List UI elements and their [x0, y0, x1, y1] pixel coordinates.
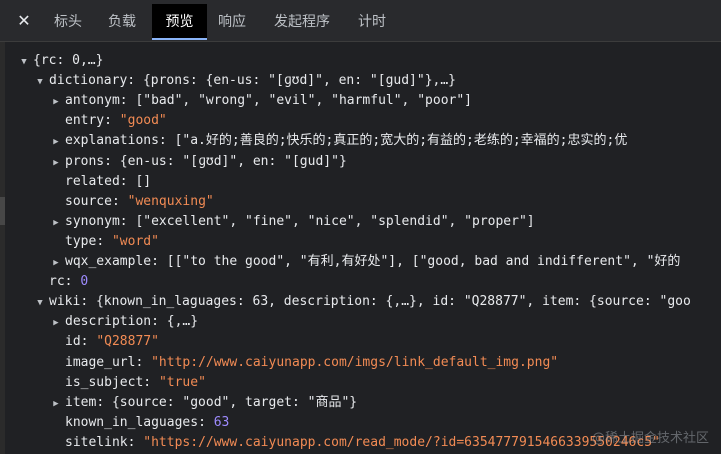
tree-colon: :	[111, 193, 128, 209]
devtools-tab-bar: ✕ 标头 负载 预览 响应 发起程序 计时	[0, 0, 721, 42]
collapse-caret-icon[interactable]: ▶	[51, 132, 61, 152]
tree-colon: :	[158, 133, 175, 149]
expand-caret-icon[interactable]: ▼	[35, 72, 45, 92]
tree-value: "good"	[119, 113, 167, 129]
watermark: @稀土掘金技术社区	[591, 431, 709, 446]
tree-key: is_subject	[65, 374, 144, 390]
tree-colon: :	[80, 334, 97, 350]
collapse-caret-icon[interactable]: ▶	[51, 213, 61, 233]
tab-preview[interactable]: 预览	[152, 4, 207, 40]
collapse-caret-icon[interactable]: ▶	[51, 313, 61, 333]
tree-key: entry	[65, 113, 105, 129]
tree-row: source: "wenquxing"	[51, 192, 214, 212]
tree-colon: :	[119, 173, 136, 189]
tree-row: entry: "good"	[51, 111, 167, 131]
tab-payload[interactable]: 负载	[98, 4, 146, 40]
tree-key: source	[65, 193, 112, 209]
tab-initiator[interactable]: 发起程序	[264, 4, 340, 40]
tree-summary: {rc: 0,…}	[33, 53, 104, 68]
tree-summary: ["excellent", "fine", "nice", "splendid"…	[135, 213, 535, 229]
tree-value: "https://www.caiyunapp.com/read_mode/?id…	[143, 434, 660, 450]
tree-summary: {,…}	[166, 314, 199, 330]
tree-value: 0	[80, 274, 89, 290]
tree-colon: :	[64, 274, 81, 290]
tree-row: rc: 0	[35, 272, 88, 292]
tree-key: id	[65, 334, 81, 350]
tree-colon: :	[127, 434, 144, 450]
tree-colon: :	[119, 93, 136, 109]
tree-key: synonym	[65, 213, 120, 229]
tree-key: sitelink	[65, 434, 128, 450]
tree-value: "http://www.caiyunapp.com/imgs/link_defa…	[151, 354, 559, 370]
tree-row: related: []	[51, 172, 151, 192]
expand-caret-icon[interactable]: ▼	[35, 293, 45, 313]
tree-row: known_in_laguages: 63	[51, 413, 229, 433]
tree-value: "wenquxing"	[127, 193, 214, 209]
tree-summary: [["to the good", "有利,有好处"], ["good, bad …	[166, 254, 681, 269]
collapse-caret-icon[interactable]: ▶	[51, 394, 61, 414]
tree-colon: :	[96, 394, 112, 410]
tree-summary: ["a.好的;善良的;快乐的;真正的;宽大的;有益的;老练的;幸福的;忠实的;优	[174, 133, 628, 149]
tree-row[interactable]: ▶ antonym: ["bad", "wrong", "evil", "harm…	[51, 91, 472, 111]
tree-key: type	[65, 233, 97, 249]
tree-summary: {en-us: "[ɡʊd]", en: "[gud]"}	[119, 153, 347, 169]
tab-timing[interactable]: 计时	[348, 4, 396, 40]
tree-colon: :	[104, 153, 120, 169]
tree-key: rc	[49, 274, 65, 290]
tree-key: related	[65, 173, 120, 189]
tree-colon: :	[80, 294, 96, 310]
tree-row: id: "Q28877"	[51, 332, 159, 352]
tree-summary: {prons: {en-us: "[ɡʊd]", en: "[gud]"},…}	[142, 73, 457, 89]
tree-key: image_url	[65, 354, 136, 370]
tree-colon: :	[151, 314, 167, 330]
tree-row: type: "word"	[51, 232, 159, 252]
tree-row: image_url: "http://www.caiyunapp.com/img…	[51, 353, 558, 373]
tree-key: item	[65, 394, 97, 410]
tree-key: known_in_laguages	[65, 414, 199, 430]
tree-colon: :	[119, 213, 136, 229]
tree-key: explanations	[65, 133, 159, 149]
tree-colon: :	[127, 73, 143, 89]
tree-key: dictionary	[49, 73, 128, 89]
tree-colon: :	[135, 354, 152, 370]
tree-key: antonym	[65, 93, 120, 109]
tree-colon: :	[104, 113, 120, 129]
json-preview-tree: ▼ {rc: 0,…} ▼ dictionary: {prons: {en-us: "…	[0, 42, 721, 454]
tree-row[interactable]: ▼ {rc: 0,…}	[19, 51, 103, 71]
tree-key: wqx_example	[65, 254, 152, 269]
tree-row[interactable]: ▶ explanations: ["a.好的;善良的;快乐的;真正的;宽大的;有益…	[51, 131, 627, 151]
collapse-caret-icon[interactable]: ▶	[51, 253, 61, 273]
tree-key: wiki	[49, 294, 81, 310]
tree-value: 63	[213, 414, 230, 430]
tree-value: []	[135, 173, 152, 189]
tree-summary: {known_in_laguages: 63, description: {,……	[95, 294, 691, 310]
tree-key: prons	[65, 153, 105, 169]
tree-value: "Q28877"	[96, 334, 159, 350]
close-icon[interactable]: ✕	[14, 11, 34, 31]
collapse-caret-icon[interactable]: ▶	[51, 92, 61, 112]
tree-value: "true"	[158, 374, 206, 390]
expand-caret-icon[interactable]: ▼	[19, 52, 29, 72]
tree-row[interactable]: ▶ prons: {en-us: "[ɡʊd]", en: "[gud]"}	[51, 152, 347, 172]
tree-row[interactable]: ▼ dictionary: {prons: {en-us: "[ɡʊd]", en…	[35, 71, 456, 91]
tab-headers[interactable]: 标头	[44, 4, 92, 40]
tree-row[interactable]: ▶ wqx_example: [["to the good", "有利,有好处"]…	[51, 252, 680, 272]
tree-colon: :	[143, 374, 159, 390]
tree-summary: ["bad", "wrong", "evil", "harmful", "poo…	[135, 93, 472, 109]
tree-row[interactable]: ▶ synonym: ["excellent", "fine", "nice", …	[51, 212, 535, 233]
tree-row[interactable]: ▶ item: {source: "good", target: "商品"}	[51, 393, 357, 413]
tree-key: description	[65, 314, 152, 330]
tree-row: sitelink: "https://www.caiyunapp.com/rea…	[51, 433, 660, 453]
tree-row[interactable]: ▶ description: {,…}	[51, 312, 198, 332]
tree-row: is_subject: "true"	[51, 373, 206, 393]
tree-colon: :	[151, 254, 167, 269]
tree-value: "word"	[111, 233, 159, 249]
tree-summary: {source: "good", target: "商品"}	[111, 394, 358, 410]
tree-colon: :	[96, 233, 112, 249]
tab-response[interactable]: 响应	[208, 4, 256, 40]
tree-colon: :	[198, 414, 214, 430]
tree-row[interactable]: ▼ wiki: {known_in_laguages: 63, descripti…	[35, 292, 691, 312]
collapse-caret-icon[interactable]: ▶	[51, 153, 61, 173]
